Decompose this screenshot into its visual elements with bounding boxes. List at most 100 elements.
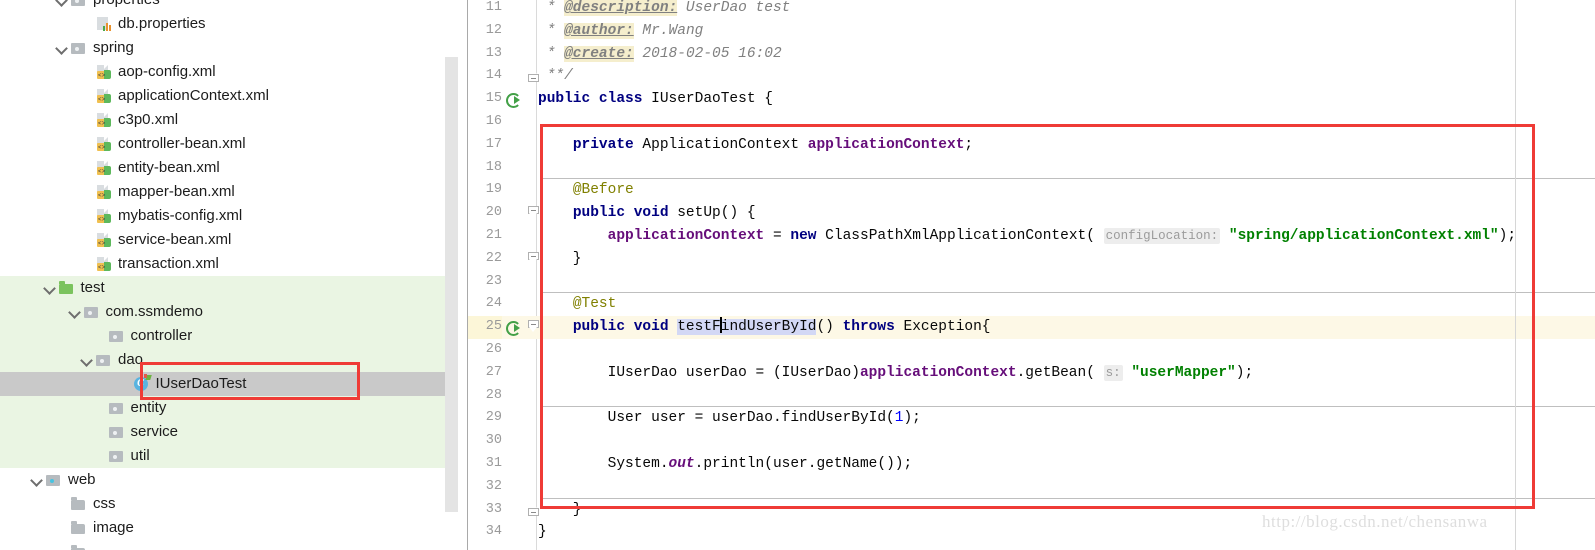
code-text-line-25: public void testFindUserById() throws Ex… — [572, 317, 991, 336]
line-number-17: 17 — [485, 136, 502, 152]
tree-item-controller-bean-xml[interactable]: <> controller-bean.xml — [0, 132, 455, 156]
tree-item-iuserdaotest[interactable]: C IUserDaoTest — [0, 372, 455, 396]
editor-line-26[interactable]: 26 — [468, 339, 1595, 362]
tree-item-entity-bean-xml[interactable]: <> entity-bean.xml — [0, 156, 455, 180]
tree-item-image[interactable]: image — [0, 516, 455, 540]
tree-item-com-ssmdemo[interactable]: com.ssmdemo — [0, 300, 455, 324]
editor-line-19[interactable]: 19 @Before — [468, 179, 1595, 202]
editor-line-22[interactable]: 22 } — [468, 248, 1595, 271]
xml-file-icon: <> — [95, 64, 112, 80]
line-number-19: 19 — [485, 182, 502, 198]
code-text-line-34: } — [538, 524, 547, 541]
tree-item-label: image — [93, 519, 134, 536]
editor-line-13[interactable]: 13 * @create: 2018-02-05 16:02 — [468, 43, 1595, 66]
editor-line-27[interactable]: 27 IUserDao userDao = (IUserDao)applicat… — [468, 362, 1595, 385]
twisty-expanded-icon[interactable] — [29, 472, 45, 488]
editor-line-31[interactable]: 31 System.out.println(user.getName()); — [468, 453, 1595, 476]
tree-item-spring[interactable]: spring — [0, 36, 455, 60]
twisty-expanded-icon[interactable] — [54, 40, 70, 56]
editor-line-21[interactable]: 21 applicationContext = new ClassPathXml… — [468, 225, 1595, 248]
twisty-expanded-icon[interactable] — [54, 0, 70, 8]
xml-file-icon: <> — [95, 160, 112, 176]
editor-line-25[interactable]: 25 public void testFindUserById() throws… — [468, 316, 1595, 339]
editor-line-29[interactable]: 29 User user = userDao.findUserById(1); — [468, 407, 1595, 430]
tree-item-aop-config-xml[interactable]: <> aop-config.xml — [0, 60, 455, 84]
method-separator — [540, 178, 1595, 180]
line-number-14: 14 — [485, 68, 502, 84]
code-fold-marker-line-22[interactable] — [528, 251, 539, 265]
project-tool-window[interactable]: properties db.properties spring <> aop-confi… — [0, 0, 460, 550]
tree-item-label: entity — [130, 399, 167, 416]
line-number-12: 12 — [485, 22, 502, 38]
editor-line-24[interactable]: 24 @Test — [468, 293, 1595, 316]
tree-item-properties[interactable]: properties — [0, 0, 455, 12]
tree-item-mapper-bean-xml[interactable]: <> mapper-bean.xml — [0, 180, 455, 204]
editor-line-18[interactable]: 18 — [468, 157, 1595, 180]
line-number-11: 11 — [485, 0, 502, 15]
editor-line-32[interactable]: 32 — [468, 476, 1595, 499]
code-editor-area[interactable]: 11 * @description: UserDao test 12 * @aut… — [468, 0, 1595, 550]
line-number-13: 13 — [485, 45, 502, 61]
package-folder-icon — [95, 352, 112, 368]
tree-item-web[interactable]: web — [0, 468, 455, 492]
tree-item-controller[interactable]: controller — [0, 324, 455, 348]
tree-item-test[interactable]: test — [0, 276, 455, 300]
twisty-expanded-icon[interactable] — [79, 352, 95, 368]
code-text-line-22: } — [538, 250, 582, 267]
code-fold-marker-line-33[interactable] — [528, 502, 539, 516]
line-number-28: 28 — [485, 387, 502, 403]
tree-item-label: controller-bean.xml — [118, 135, 246, 152]
editor-line-14[interactable]: 14 **/ — [468, 65, 1595, 88]
tree-scrollbar-track[interactable] — [445, 0, 459, 550]
code-fold-marker-line-20[interactable] — [528, 206, 539, 219]
tree-item-c3p0-xml[interactable]: <> c3p0.xml — [0, 108, 455, 132]
tree-item-transaction-xml[interactable]: <> transaction.xml — [0, 252, 455, 276]
editor-line-17[interactable]: 17 private ApplicationContext applicatio… — [468, 134, 1595, 157]
xml-file-icon: <> — [95, 232, 112, 248]
code-text-line-17: private ApplicationContext applicationCo… — [572, 136, 974, 153]
twisty-expanded-icon[interactable] — [67, 304, 83, 320]
editor-line-12[interactable]: 12 * @author: Mr.Wang — [468, 20, 1595, 43]
tree-item-mybatis-config-xml[interactable]: <> mybatis-config.xml — [0, 204, 455, 228]
editor-line-16[interactable]: 16 — [468, 111, 1595, 134]
code-fold-marker-line-25[interactable] — [528, 320, 539, 333]
tree-item-service-bean-xml[interactable]: <> service-bean.xml — [0, 228, 455, 252]
editor-line-20[interactable]: 20 public void setUp() { — [468, 202, 1595, 225]
tree-item-dao[interactable]: dao — [0, 348, 455, 372]
line-number-31: 31 — [485, 456, 502, 471]
editor-line-23[interactable]: 23 — [468, 271, 1595, 294]
tree-item-applicationcontext-xml[interactable]: <> applicationContext.xml — [0, 84, 455, 108]
tree-scrollbar-thumb[interactable] — [445, 57, 458, 512]
test-source-folder-icon — [58, 280, 75, 296]
run-test-icon[interactable] — [506, 320, 521, 337]
tree-item-partial[interactable] — [0, 540, 455, 550]
method-separator — [540, 497, 1595, 499]
line-number-24: 24 — [485, 296, 502, 312]
code-text-line-33: } — [538, 501, 582, 518]
tree-item-css[interactable]: css — [0, 492, 455, 516]
editor-line-15[interactable]: 15 public class IUserDaoTest { — [468, 88, 1595, 111]
line-number-34: 34 — [485, 524, 502, 540]
run-test-icon[interactable] — [506, 92, 521, 109]
editor-line-11[interactable]: 11 * @description: UserDao test — [468, 0, 1595, 20]
editor-line-30[interactable]: 30 — [468, 430, 1595, 453]
tree-item-label: c3p0.xml — [118, 111, 179, 128]
editor-line-28[interactable]: 28 — [468, 385, 1595, 408]
twisty-expanded-icon[interactable] — [42, 280, 58, 296]
tree-item-entity[interactable]: entity — [0, 396, 455, 420]
tree-item-service[interactable]: service — [0, 420, 455, 444]
tree-item-util[interactable]: util — [0, 444, 455, 468]
package-folder-icon — [83, 304, 100, 320]
line-number-21: 21 — [485, 228, 502, 243]
tree-item-label: mapper-bean.xml — [118, 183, 235, 200]
tree-item-db-properties[interactable]: db.properties — [0, 12, 455, 36]
code-fold-marker-line-14[interactable] — [528, 69, 539, 83]
code-text-line-31: System.out.println(user.getName()); — [538, 456, 913, 472]
plain-folder-icon — [70, 544, 87, 550]
line-number-32: 32 — [485, 478, 502, 494]
package-folder-icon — [70, 0, 87, 8]
